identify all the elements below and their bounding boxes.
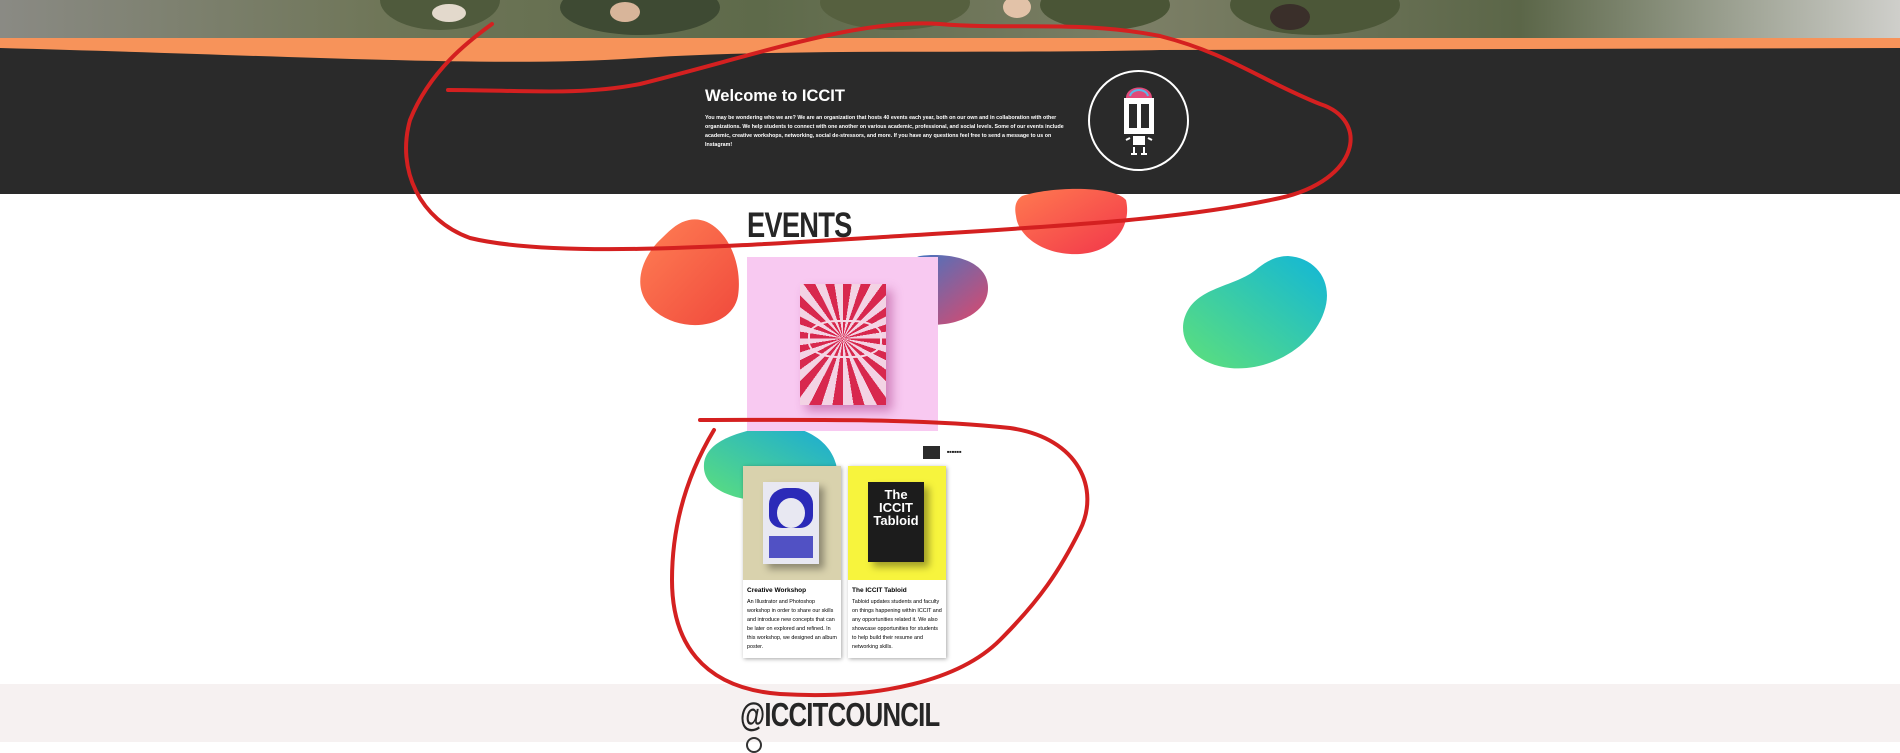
welcome-title: Welcome to ICCIT <box>705 87 845 105</box>
instagram-handle[interactable]: @ICCITCOUNCIL <box>740 696 940 734</box>
pager-button[interactable] <box>923 446 940 459</box>
event-card[interactable]: The ICCIT Tabloid The ICCIT Tabloid Tabl… <box>848 466 946 658</box>
footer-section <box>0 684 1900 742</box>
tabloid-poster-text: The ICCIT Tabloid <box>873 487 919 528</box>
event-card[interactable]: Creative Workshop An Illustrator and Pho… <box>743 466 841 658</box>
featured-event-image[interactable] <box>747 257 938 431</box>
event-card-image: The ICCIT Tabloid <box>848 466 946 580</box>
event-card-image <box>743 466 841 580</box>
hero-photo <box>0 0 1900 42</box>
robot-logo-icon <box>1088 70 1189 171</box>
orange-blob <box>640 219 739 326</box>
instagram-icon[interactable] <box>746 737 762 753</box>
red-blob <box>1015 188 1128 255</box>
events-title: EVENTS <box>747 206 852 245</box>
pager-label: ■■■■■■ <box>947 449 962 454</box>
welcome-body: You may be wondering who we are? We are … <box>705 115 1064 148</box>
teal-blob <box>1183 256 1327 369</box>
event-card-title: Creative Workshop <box>747 587 807 594</box>
event-card-title: The ICCIT Tabloid <box>852 587 907 594</box>
event-card-description: An Illustrator and Photoshop workshop in… <box>747 599 837 650</box>
event-card-description: Tabloid updates students and faculty on … <box>852 599 942 650</box>
poster-image <box>800 284 886 405</box>
